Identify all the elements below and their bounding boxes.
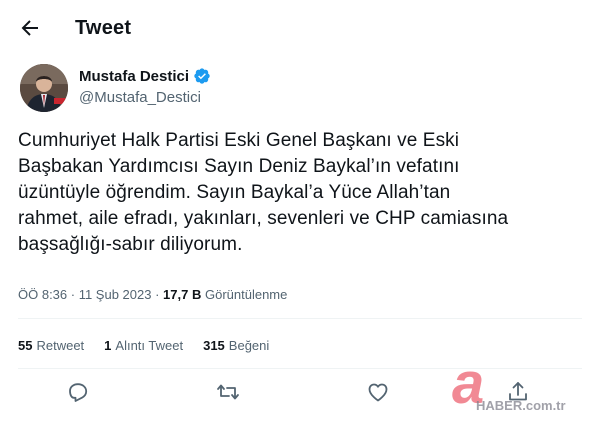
tweet-text: Cumhuriyet Halk Partisi Eski Genel Başka… [18, 128, 588, 258]
back-arrow-icon[interactable] [18, 16, 42, 40]
tweet-time[interactable]: ÖÖ 8:36 [18, 287, 67, 302]
reply-icon[interactable] [66, 380, 92, 406]
tweet-text-line: başsağlığı-sabır diliyorum. [18, 234, 243, 255]
watermark-text: HABER.com.tr [476, 398, 566, 413]
tweet-meta: ÖÖ 8:36 · 11 Şub 2023 · 17,7 B Görüntüle… [18, 287, 287, 302]
quotes-count: 1 [104, 338, 112, 353]
tweet-text-line: Başbakan Yardımcısı Sayın Deniz Baykal’ı… [18, 156, 460, 177]
tweet-date[interactable]: 11 Şub 2023 [79, 287, 152, 302]
likes-label: Beğeni [228, 338, 270, 353]
meta-separator: · [67, 287, 79, 302]
quotes-label: Alıntı Tweet [115, 338, 184, 353]
verified-badge-icon [193, 67, 211, 85]
retweets-stat[interactable]: 55 Retweet [18, 338, 84, 353]
avatar[interactable] [20, 64, 68, 112]
meta-separator: · [151, 287, 164, 302]
retweets-count: 55 [18, 338, 33, 353]
tweet-text-line: üzüntüyle öğrendim. Sayın Baykal’a Yüce … [18, 182, 451, 203]
tweet-text-line: Cumhuriyet Halk Partisi Eski Genel Başka… [18, 130, 460, 151]
likes-count: 315 [203, 338, 225, 353]
divider [18, 318, 582, 319]
quotes-stat[interactable]: 1 Alıntı Tweet [104, 338, 183, 353]
views-label: Görüntülenme [204, 287, 288, 302]
views-count: 17,7 B [163, 287, 202, 302]
tweet-stats: 55 Retweet 1 Alıntı Tweet 315 Beğeni [18, 338, 289, 353]
top-bar: Tweet [0, 0, 600, 58]
retweets-label: Retweet [36, 338, 85, 353]
author-name-row: Mustafa Destici [79, 67, 211, 85]
author-name[interactable]: Mustafa Destici [79, 68, 189, 85]
watermark-logo: a HABER.com.tr [440, 351, 590, 422]
likes-stat[interactable]: 315 Beğeni [203, 338, 269, 353]
author-handle[interactable]: @Mustafa_Destici [79, 89, 201, 106]
retweet-icon[interactable] [216, 380, 242, 406]
tweet-text-line: rahmet, aile efradı, yakınları, sevenler… [18, 208, 509, 229]
page-title: Tweet [75, 17, 132, 39]
tweet-author: Mustafa Destici @Mustafa_Destici [20, 64, 580, 114]
like-icon[interactable] [366, 380, 392, 406]
